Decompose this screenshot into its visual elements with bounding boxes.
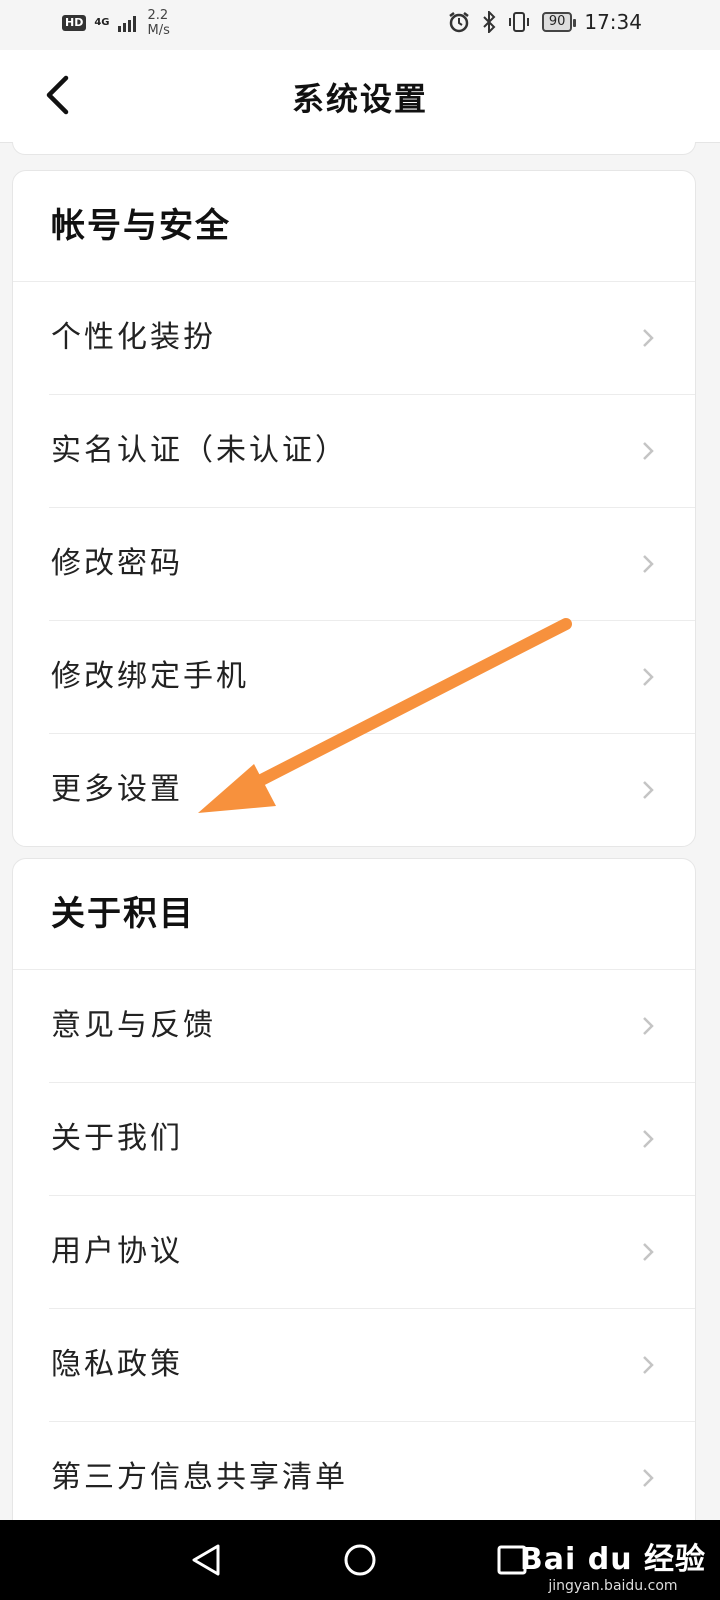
chevron-right-icon — [643, 1469, 654, 1487]
signal-icon — [117, 16, 136, 32]
item-label: 意见与反馈 — [51, 1008, 216, 1043]
vibrate-icon — [508, 12, 529, 32]
chevron-right-icon — [643, 442, 654, 460]
settings-item-user-agreement[interactable]: 用户协议 — [49, 1195, 695, 1308]
status-right: 90 17:34 — [448, 10, 642, 34]
back-triangle-icon — [192, 1544, 220, 1576]
item-label: 用户协议 — [51, 1234, 183, 1269]
settings-item-change-phone[interactable]: 修改绑定手机 — [49, 620, 695, 733]
section-about: 关于积目 意见与反馈 关于我们 用户协议 隐私政策 第三方信息共享清单 — [12, 858, 696, 1540]
alarm-icon — [449, 12, 469, 33]
section-account-security: 帐号与安全 个性化装扮 实名认证（未认证） 修改密码 修改绑定手机 更多设置 — [12, 170, 696, 847]
chevron-right-icon — [643, 668, 654, 686]
network-type: 4G — [94, 17, 110, 28]
previous-card-bottom — [12, 142, 696, 155]
settings-item-change-password[interactable]: 修改密码 — [49, 507, 695, 620]
home-circle-icon — [344, 1544, 376, 1576]
chevron-right-icon — [643, 329, 654, 347]
baidu-jingyan-watermark: Bai du 经验 jingyan.baidu.com — [520, 1534, 706, 1594]
section-title: 关于积目 — [13, 859, 695, 970]
item-label: 修改密码 — [51, 546, 183, 581]
chevron-right-icon — [643, 1356, 654, 1374]
top-app-bar: 系统设置 — [0, 50, 720, 143]
network-speed: 2.2 M/s — [147, 8, 170, 38]
item-label: 第三方信息共享清单 — [51, 1460, 348, 1495]
status-left: HD 4G 2.2 M/s — [62, 8, 170, 38]
item-label: 个性化装扮 — [51, 320, 216, 355]
item-label: 实名认证（未认证） — [51, 433, 348, 468]
section-title: 帐号与安全 — [13, 171, 695, 282]
page-title: 系统设置 — [291, 80, 428, 118]
settings-item-privacy-policy[interactable]: 隐私政策 — [49, 1308, 695, 1421]
chevron-right-icon — [643, 1130, 654, 1148]
item-label: 隐私政策 — [51, 1347, 183, 1382]
clock: 17:34 — [584, 10, 642, 34]
chevron-right-icon — [643, 781, 654, 799]
settings-item-real-name[interactable]: 实名认证（未认证） — [49, 394, 695, 507]
nav-back-button[interactable] — [186, 1540, 226, 1580]
item-label: 更多设置 — [51, 772, 183, 807]
settings-item-more-settings[interactable]: 更多设置 — [49, 733, 695, 846]
chevron-right-icon — [643, 1243, 654, 1261]
hd-badge: HD — [62, 15, 87, 31]
system-nav-bar: Bai du 经验 jingyan.baidu.com — [0, 1520, 720, 1600]
watermark-url: jingyan.baidu.com — [548, 1578, 678, 1594]
nav-home-button[interactable] — [340, 1540, 380, 1580]
settings-item-personalize[interactable]: 个性化装扮 — [13, 282, 695, 394]
settings-item-third-party-list[interactable]: 第三方信息共享清单 — [49, 1421, 695, 1534]
chevron-right-icon — [643, 1017, 654, 1035]
watermark-logo: Bai du 经验 — [519, 1542, 706, 1577]
status-bar: HD 4G 2.2 M/s 90 17:34 — [0, 0, 720, 50]
battery-icon: 90 — [541, 12, 576, 32]
settings-item-feedback[interactable]: 意见与反馈 — [13, 970, 695, 1082]
bluetooth-icon — [483, 11, 496, 33]
chevron-right-icon — [643, 555, 654, 573]
settings-item-about-us[interactable]: 关于我们 — [49, 1082, 695, 1195]
item-label: 修改绑定手机 — [51, 659, 249, 694]
item-label: 关于我们 — [51, 1121, 183, 1156]
